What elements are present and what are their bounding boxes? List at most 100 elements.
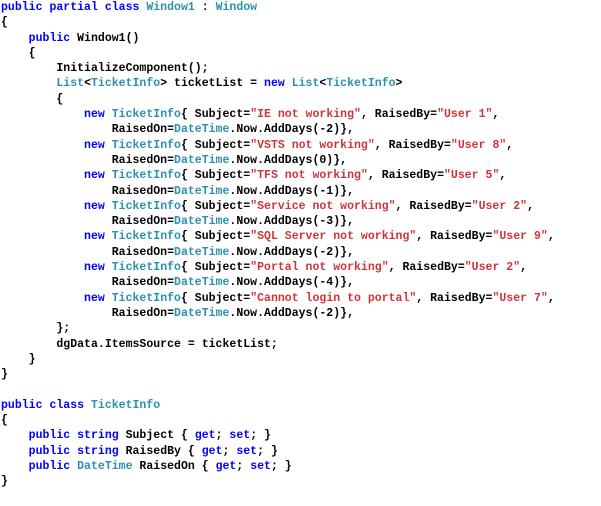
code-token-plain: { Subject= [180,169,251,183]
code-token-plain: } [1,475,8,489]
code-token-string: "Service not working" [250,199,396,213]
code-token-plain: { [1,414,8,428]
code-token-type: DateTime [174,215,230,229]
code-line: public partial class Window1 : Window [1,0,601,15]
code-token-type: List [1,77,85,91]
code-line: { [1,92,601,107]
code-token-plain: RaisedOn= [1,276,175,290]
code-token-plain: , RaisedBy= [367,169,444,183]
code-line: public string RaisedBy { get; set; } [1,444,601,459]
code-token-plain: .Now.AddDays(-2)}, [229,245,354,259]
code-token-plain: , [520,261,528,275]
code-token-type: List [291,77,320,91]
code-token-plain: > [395,77,403,91]
code-token-plain: , [547,230,555,244]
code-token-plain: { Subject= [180,230,251,244]
code-token-plain: < [84,77,91,91]
code-token-plain: .Now.AddDays(0)}, [229,153,348,167]
code-token-plain: ; [236,459,251,473]
code-token-keyword: new [1,261,112,275]
code-token-type: TicketInfo [111,291,181,305]
code-token-string: "Portal not working" [250,261,389,275]
code-token-type: TicketInfo [111,199,181,213]
code-token-type: DateTime [174,123,230,137]
code-line: new TicketInfo{ Subject="Service not wor… [1,199,601,214]
code-listing[interactable]: public partial class Window1 : Window { p… [0,0,601,490]
code-token-plain: .Now.AddDays(-2)}, [229,306,354,320]
code-token-type: TicketInfo [90,398,161,412]
code-line: { [1,413,601,428]
code-token-plain: RaisedOn= [1,184,175,198]
code-token-keyword: get [201,444,223,458]
code-token-string: "User 8" [450,138,507,152]
code-token-plain: , [506,138,514,152]
code-token-type: DateTime [174,153,230,167]
code-line: public class TicketInfo [1,398,601,413]
code-line: new TicketInfo{ Subject="IE not working"… [1,107,601,122]
code-token-plain: .Now.AddDays(-4)}, [229,276,354,290]
code-token-plain: ; [215,429,230,443]
code-line: public Window1() [1,31,601,46]
code-token-keyword: new [1,230,112,244]
code-token-string: "TFS not working" [250,169,368,183]
code-token-plain: ; } [257,444,278,458]
code-token-string: "IE not working" [250,108,361,122]
code-token-plain: dgData.ItemsSource = ticketList; [1,337,278,351]
code-token-plain: } [1,352,36,366]
code-token-plain: Subject { [125,429,195,443]
code-token-type: Window1 [146,1,195,14]
code-token-plain: , RaisedBy= [360,108,438,122]
code-token-type: DateTime [174,184,230,198]
code-token-string: "User 2" [471,199,528,213]
code-token-plain: , RaisedBy= [395,199,472,213]
code-token-string: "User 1" [437,108,493,122]
code-token-keyword: get [194,429,216,443]
code-line: public string Subject { get; set; } [1,428,601,443]
code-line: List<TicketInfo> ticketList = new List<T… [1,76,601,91]
code-line: RaisedOn=DateTime.Now.AddDays(-3)}, [1,214,601,229]
code-token-plain: .Now.AddDays(-2)}, [229,123,354,137]
code-token-plain: ; [222,444,237,458]
code-token-string: "Cannot login to portal" [250,291,417,305]
code-token-keyword: new [1,138,112,152]
code-line: new TicketInfo{ Subject="Cannot login to… [1,291,601,306]
code-token-plain: .Now.AddDays(-1)}, [229,184,354,198]
code-token-keyword: public [1,459,78,473]
code-line: RaisedOn=DateTime.Now.AddDays(-4)}, [1,275,601,290]
code-token-type: TicketInfo [326,77,396,91]
code-token-plain: RaisedOn= [1,153,175,167]
code-token-keyword: set [250,459,271,473]
code-token-keyword: public string [1,444,126,458]
code-line: RaisedOn=DateTime.Now.AddDays(-2)}, [1,245,601,260]
code-token-keyword: get [215,459,237,473]
code-token-type: TicketInfo [111,138,181,152]
code-line: new TicketInfo{ Subject="Portal not work… [1,260,601,275]
code-token-keyword: public string [1,429,126,443]
code-token-type: DateTime [174,276,230,290]
code-line: }; [1,321,601,336]
code-token-type: TicketInfo [111,230,181,244]
code-line: public DateTime RaisedOn { get; set; } [1,459,601,474]
code-line: RaisedOn=DateTime.Now.AddDays(-2)}, [1,122,601,137]
code-token-plain: { Subject= [180,199,251,213]
code-token-plain: ; } [270,459,292,473]
code-token-type: TicketInfo [111,108,181,122]
code-token-string: "User 9" [492,230,548,244]
code-token-plain: , [499,169,507,183]
code-token-plain: RaisedOn= [1,245,175,259]
code-token-plain: { Subject= [180,261,251,275]
code-token-plain: { Subject= [180,108,251,122]
code-token-keyword: public [1,31,78,45]
code-token-plain: InitializeComponent(); [1,62,209,76]
code-token-type: TicketInfo [111,169,181,183]
code-line: dgData.ItemsSource = ticketList; [1,337,601,352]
code-token-type: TicketInfo [111,261,181,275]
code-token-plain: { Subject= [180,138,251,152]
code-token-type: DateTime [77,459,133,473]
code-token-plain: ; } [250,429,271,443]
code-line: { [1,46,601,61]
code-token-plain: RaisedOn= [1,123,175,137]
code-line: new TicketInfo{ Subject="VSTS not workin… [1,138,601,153]
code-token-plain: RaisedBy { [125,444,202,458]
code-line: new TicketInfo{ Subject="SQL Server not … [1,229,601,244]
